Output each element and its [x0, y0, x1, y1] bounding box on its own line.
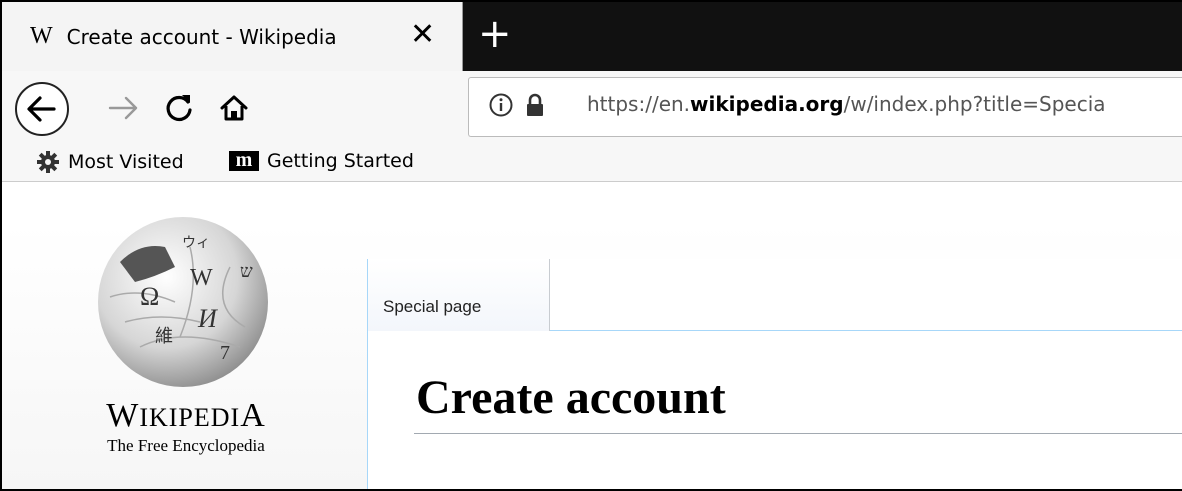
- bookmark-getting-started[interactable]: m Getting Started: [229, 150, 414, 172]
- bookmark-most-visited[interactable]: Most Visited: [36, 150, 184, 174]
- globe-glyph: Ω: [140, 282, 159, 311]
- heading-divider: [414, 433, 1182, 434]
- tab-bar-border: [550, 330, 1182, 331]
- back-button[interactable]: [15, 82, 69, 136]
- tab-special-page[interactable]: Special page: [368, 259, 550, 331]
- wikipedia-wordmark[interactable]: WIKIPEDIA: [66, 397, 306, 435]
- wikipedia-globe-logo[interactable]: Ω W И 維 7 ウィ ש: [80, 207, 285, 392]
- lock-icon[interactable]: [522, 92, 548, 118]
- home-icon: [220, 95, 248, 121]
- url-prefix: https://en.: [587, 92, 691, 116]
- globe-glyph: 7: [220, 342, 230, 364]
- gear-icon: [37, 151, 59, 173]
- url-text[interactable]: https://en.wikipedia.org/w/index.php?tit…: [587, 92, 1106, 116]
- bookmark-label: Getting Started: [267, 150, 414, 172]
- url-domain: wikipedia.org: [690, 92, 844, 116]
- globe-glyph: И: [197, 304, 218, 333]
- browser-window: W Create account - Wikipedia ✕ + https:/…: [0, 0, 1182, 491]
- forward-button[interactable]: [102, 86, 146, 130]
- globe-glyph: ウィ: [182, 235, 210, 251]
- browser-tab-active[interactable]: W Create account - Wikipedia ✕: [2, 2, 463, 71]
- close-tab-icon[interactable]: ✕: [410, 17, 435, 53]
- wikipedia-favicon-icon: W: [30, 23, 53, 49]
- url-path: /w/index.php?title=Specia: [843, 92, 1106, 116]
- wordmark-final: A: [240, 397, 266, 434]
- tab-title: Create account - Wikipedia: [66, 24, 337, 49]
- info-icon[interactable]: [488, 92, 514, 118]
- arrow-left-icon: [27, 96, 56, 122]
- page-title: Create account: [416, 371, 726, 424]
- tab-label: Special page: [383, 297, 482, 316]
- wordmark-smallcaps: IKIPEDI: [139, 403, 241, 432]
- reload-button[interactable]: [157, 86, 201, 130]
- reload-icon: [166, 95, 192, 122]
- arrow-right-icon: [108, 96, 138, 120]
- globe-glyph: W: [190, 265, 213, 291]
- globe-glyph: ש: [240, 261, 253, 281]
- home-button[interactable]: [212, 86, 256, 130]
- wikipedia-tagline: The Free Encyclopedia: [107, 436, 265, 455]
- globe-glyph: 維: [155, 326, 173, 346]
- bookmark-label: Most Visited: [68, 151, 184, 173]
- wordmark-initial: W: [106, 397, 140, 434]
- new-tab-button[interactable]: +: [478, 12, 512, 56]
- m-logo-icon: m: [229, 150, 259, 171]
